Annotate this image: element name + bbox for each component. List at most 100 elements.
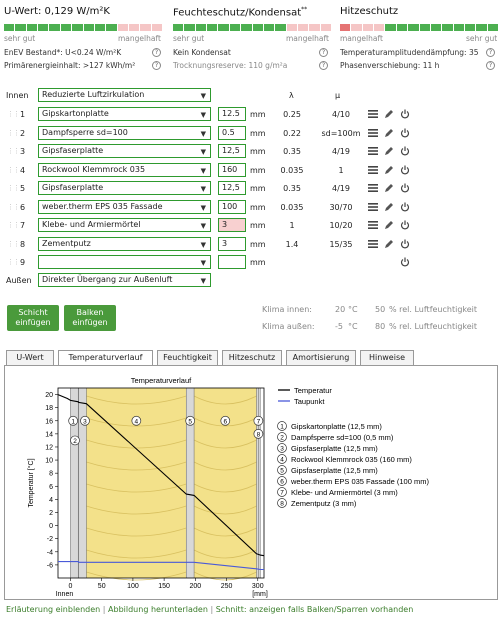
layer-thickness-input[interactable]: 100 — [218, 200, 246, 214]
drag-handle-icon[interactable]: ⋮⋮ — [7, 110, 20, 118]
power-icon[interactable] — [400, 239, 410, 249]
layer-material-select[interactable]: Gipsfaserplatte ▼ — [38, 181, 211, 195]
pencil-icon[interactable] — [384, 109, 394, 119]
footer-separator: | — [210, 605, 214, 614]
tab-hinweise[interactable]: Hinweise — [360, 350, 414, 365]
help-icon[interactable]: ? — [152, 61, 161, 70]
power-icon[interactable] — [400, 183, 410, 193]
tab-hitzeschutz[interactable]: Hitzeschutz — [222, 350, 282, 365]
hitze-amplitude: Temperaturamplitudendämpfung: 35 — [340, 48, 479, 57]
rating-segment — [263, 24, 275, 31]
layer-material-select[interactable]: Klebe- und Armiermörtel ▼ — [38, 218, 211, 232]
download-figure-link[interactable]: Abbildung herunterladen — [108, 605, 208, 614]
layer-material-select[interactable]: Zementputz ▼ — [38, 237, 211, 251]
drag-handle-icon[interactable]: ⋮⋮ — [7, 221, 20, 229]
drag-handle-icon[interactable]: ⋮⋮ — [7, 166, 20, 174]
menu-icon[interactable] — [368, 165, 378, 175]
layer-material-select[interactable]: weber.therm EPS 035 Fassade ▼ — [38, 200, 211, 214]
layer-thickness-input[interactable]: 160 — [218, 163, 246, 177]
feuchte-title: Feuchteschutz/Kondensat** — [173, 6, 308, 19]
menu-icon[interactable] — [368, 239, 378, 249]
menu-icon[interactable] — [368, 146, 378, 156]
klima-innen-temp[interactable]: 20 — [335, 305, 345, 314]
klima-aussen-temp[interactable]: -5 — [335, 322, 343, 331]
drag-handle-icon[interactable]: ⋮⋮ — [7, 184, 20, 192]
rating-segment — [60, 24, 72, 31]
power-icon[interactable] — [400, 128, 410, 138]
pencil-icon[interactable] — [384, 220, 394, 230]
layer-thickness-input[interactable]: 3 — [218, 237, 246, 251]
rating-segment — [453, 24, 464, 31]
layer-material-select[interactable]: Gipskartonplatte ▼ — [38, 107, 211, 121]
rating-segment — [83, 24, 94, 31]
chevron-down-icon: ▼ — [200, 92, 206, 100]
layer-material-select[interactable]: Dampfsperre sd=100 ▼ — [38, 126, 211, 140]
uwert-primaer: Primärenergieinhalt: >127 kWh/m² — [4, 61, 136, 70]
layer-thickness-input[interactable] — [218, 255, 246, 269]
power-icon[interactable] — [400, 257, 410, 267]
pencil-icon[interactable] — [384, 128, 394, 138]
layer-thickness-input[interactable]: 12,5 — [218, 181, 246, 195]
layer-thickness-input[interactable]: 3 — [218, 218, 246, 232]
help-icon[interactable]: ? — [486, 48, 495, 57]
drag-handle-icon[interactable]: ⋮⋮ — [7, 203, 20, 211]
layer-material-select[interactable]: ▼ — [38, 255, 211, 269]
klima-aussen-humidity[interactable]: 80 — [375, 322, 385, 331]
menu-icon[interactable] — [368, 183, 378, 193]
pencil-icon[interactable] — [384, 146, 394, 156]
power-icon[interactable] — [400, 146, 410, 156]
power-icon[interactable] — [400, 202, 410, 212]
menu-icon[interactable] — [368, 220, 378, 230]
help-icon[interactable]: ? — [486, 61, 495, 70]
layer-marker-label: 3 — [83, 418, 87, 425]
rating-segment — [72, 24, 83, 31]
pencil-icon[interactable] — [384, 165, 394, 175]
innen-select[interactable]: Reduzierte Luftzirkulation ▼ — [38, 88, 211, 102]
layer-thickness-input[interactable]: 12.5 — [218, 107, 246, 121]
explanation-link[interactable]: Erläuterung einblenden — [6, 605, 100, 614]
insert-layer-button[interactable]: Schicht einfügen — [7, 305, 59, 331]
tab-temperaturverlauf[interactable]: Temperaturverlauf — [58, 350, 153, 366]
menu-icon[interactable] — [368, 109, 378, 119]
layer-thickness-input[interactable]: 0.5 — [218, 126, 246, 140]
tab-feuchtigkeit[interactable]: Feuchtigkeit — [157, 350, 218, 365]
rating-segment — [94, 24, 106, 31]
y-tick-label: -6 — [47, 562, 53, 569]
layer-lambda: 0.25 — [283, 110, 301, 119]
layer-mu: 4/10 — [332, 110, 350, 119]
unit-label: mm — [250, 147, 266, 156]
x-tick-label: 250 — [221, 583, 233, 590]
menu-icon[interactable] — [368, 128, 378, 138]
rating-segment — [362, 24, 374, 31]
layer-thickness-input[interactable]: 12,5 — [218, 144, 246, 158]
layer-material-select[interactable]: Gipsfaserplatte ▼ — [38, 144, 211, 158]
rating-segment — [476, 24, 487, 31]
layer-number: 7 — [20, 221, 26, 230]
tab-amortisierung[interactable]: Amortisierung — [286, 350, 356, 365]
feuchte-reserve: Trocknungsreserve: 110 g/m²a — [173, 61, 288, 70]
insert-beam-button[interactable]: Balken einfügen — [64, 305, 116, 331]
layer-material-select[interactable]: Rockwool Klemmrock 035 ▼ — [38, 163, 211, 177]
help-icon[interactable]: ? — [319, 48, 328, 57]
pencil-icon[interactable] — [384, 183, 394, 193]
help-icon[interactable]: ? — [152, 48, 161, 57]
pencil-icon[interactable] — [384, 239, 394, 249]
power-icon[interactable] — [400, 220, 410, 230]
rating-segment — [184, 24, 195, 31]
menu-icon[interactable] — [368, 202, 378, 212]
power-icon[interactable] — [400, 109, 410, 119]
help-icon[interactable]: ? — [319, 61, 328, 70]
tab-uwert[interactable]: U-Wert — [6, 350, 54, 365]
klima-innen-humidity[interactable]: 50 — [375, 305, 385, 314]
pencil-icon[interactable] — [384, 202, 394, 212]
y-tick-label: -4 — [47, 549, 53, 556]
section-link[interactable]: Schnitt: anzeigen falls Balken/Sparren v… — [216, 605, 414, 614]
drag-handle-icon[interactable]: ⋮⋮ — [7, 129, 20, 137]
aussen-select[interactable]: Direkter Übergang zur Außenluft ▼ — [38, 273, 211, 287]
x-tick-label: 300 — [252, 583, 264, 590]
uwert-title: U-Wert: 0,129 W/m²K — [4, 6, 110, 17]
power-icon[interactable] — [400, 165, 410, 175]
drag-handle-icon[interactable]: ⋮⋮ — [7, 147, 20, 155]
drag-handle-icon[interactable]: ⋮⋮ — [7, 240, 20, 248]
drag-handle-icon[interactable]: ⋮⋮ — [7, 258, 20, 266]
